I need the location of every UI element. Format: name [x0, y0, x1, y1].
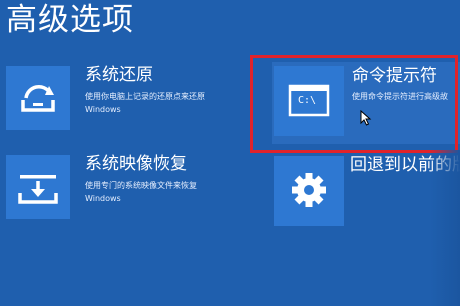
- system-restore-title: 系统还原: [85, 65, 153, 85]
- highlight-annotation-frame: [250, 55, 458, 153]
- system-image-recovery-desc-windows: Windows: [85, 194, 121, 203]
- restore-icon: [6, 66, 70, 130]
- system-restore-desc-windows: Windows: [85, 105, 121, 114]
- image-recovery-icon: [6, 155, 70, 219]
- page-title: 高级选项: [6, 2, 134, 38]
- gear-icon: [274, 156, 344, 226]
- system-image-recovery-title: 系统映像恢复: [85, 154, 187, 174]
- system-restore-desc: 使用你电脑上记录的还原点来还原: [85, 92, 205, 101]
- edge-shade: [430, 150, 460, 306]
- system-image-recovery-option[interactable]: 系统映像恢复 使用专门的系统映像文件来恢复 Windows: [6, 154, 236, 221]
- system-image-recovery-desc: 使用专门的系统映像文件来恢复: [85, 181, 197, 190]
- mouse-cursor-icon: [360, 110, 372, 126]
- system-restore-option[interactable]: 系统还原 使用你电脑上记录的还原点来还原 Windows: [6, 65, 236, 132]
